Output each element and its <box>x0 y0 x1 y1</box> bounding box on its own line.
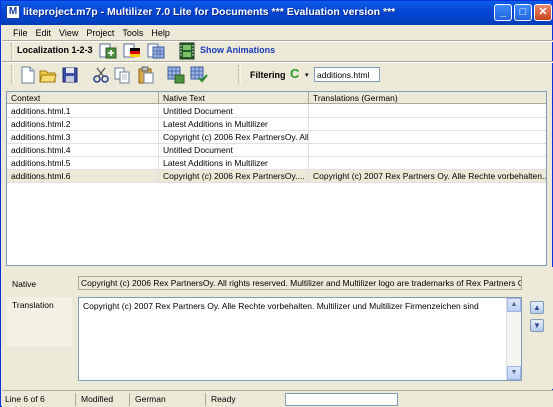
toolbar-grip[interactable] <box>11 65 14 83</box>
menu-bar: File Edit View Project Tools Help <box>9 26 174 40</box>
context-cell: additions.html.5 <box>7 157 159 170</box>
table-row[interactable]: additions.html.5 Latest Additions in Mul… <box>7 157 546 170</box>
vertical-scrollbar[interactable]: ▲ ▼ <box>506 298 521 380</box>
status-progress-field <box>285 393 398 406</box>
native-cell: Latest Additions in Multilizer <box>159 157 309 170</box>
editor-panel: Native Copyright (c) 2006 Rex PartnersOy… <box>2 267 553 389</box>
minimize-button[interactable]: _ <box>494 4 512 21</box>
app-window: M liteproject.m7p - Multilizer 7.0 Lite … <box>0 0 553 407</box>
native-label: Native <box>12 279 37 289</box>
menu-tools[interactable]: Tools <box>118 26 147 40</box>
table-row-selected[interactable]: additions.html.6 Copyright (c) 2006 Rex … <box>7 170 546 183</box>
table-header: Context Native Text Translations (German… <box>7 92 546 104</box>
context-cell: additions.html.2 <box>7 118 159 131</box>
strings-table: Context Native Text Translations (German… <box>6 91 547 266</box>
column-header-translation[interactable]: Translations (German) <box>309 92 546 104</box>
paste-clipboard-icon[interactable] <box>137 66 155 84</box>
next-string-button[interactable]: ▼ <box>530 319 544 332</box>
previous-string-button[interactable]: ▲ <box>530 301 544 314</box>
scroll-up-icon[interactable]: ▲ <box>507 298 521 312</box>
localization-label: Localization 1-2-3 <box>17 45 93 55</box>
menu-help[interactable]: Help <box>147 26 174 40</box>
chevron-down-icon[interactable]: ▾ <box>305 71 309 79</box>
table-row[interactable]: additions.html.4 Untitled Document <box>7 144 546 157</box>
translation-cell[interactable] <box>309 118 546 131</box>
film-strip-icon[interactable] <box>178 42 196 60</box>
filter-icon[interactable]: C <box>290 66 299 81</box>
column-header-native[interactable]: Native Text <box>159 92 309 104</box>
status-line: Line 6 of 6 <box>2 393 76 406</box>
translate-grid-icon[interactable] <box>147 42 165 60</box>
main-toolbar: Filtering C ▾ <box>9 63 553 87</box>
status-bar: Line 6 of 6 Modified German Ready <box>2 390 553 407</box>
native-cell: Copyright (c) 2006 Rex PartnersOy. All r… <box>159 131 309 144</box>
translation-cell[interactable]: Copyright (c) 2007 Rex Partners Oy. Alle… <box>309 170 546 183</box>
status-modified: Modified <box>78 393 130 406</box>
menu-project[interactable]: Project <box>82 26 118 40</box>
column-header-context[interactable]: Context <box>7 92 159 104</box>
import-wizard-icon[interactable] <box>99 42 117 60</box>
translation-text: Copyright (c) 2007 Rex Partners Oy. Alle… <box>83 301 479 311</box>
translation-cell[interactable] <box>309 144 546 157</box>
native-cell: Untitled Document <box>159 105 309 118</box>
context-cell: additions.html.1 <box>7 105 159 118</box>
native-cell: Latest Additions in Multilizer <box>159 118 309 131</box>
translation-label-panel: Translation <box>6 297 72 347</box>
translate-grid-icon[interactable] <box>167 66 185 84</box>
translation-label: Translation <box>12 300 54 310</box>
translation-cell[interactable] <box>309 131 546 144</box>
show-animations-link[interactable]: Show Animations <box>200 45 275 55</box>
menu-edit[interactable]: Edit <box>32 26 56 40</box>
translation-cell[interactable] <box>309 157 546 170</box>
status-language: German <box>132 393 206 406</box>
maximize-button[interactable]: □ <box>514 4 532 21</box>
translation-cell[interactable] <box>309 105 546 118</box>
save-disk-icon[interactable] <box>61 66 79 84</box>
validate-grid-icon[interactable] <box>190 66 208 84</box>
table-row[interactable]: additions.html.3 Copyright (c) 2006 Rex … <box>7 131 546 144</box>
native-cell: Untitled Document <box>159 144 309 157</box>
cut-scissors-icon[interactable] <box>92 66 110 84</box>
localization-toolbar: Localization 1-2-3 Show Animations <box>9 41 309 61</box>
table-row[interactable]: additions.html.2 Latest Additions in Mul… <box>7 118 546 131</box>
menu-file[interactable]: File <box>9 26 32 40</box>
open-folder-icon[interactable] <box>39 66 57 84</box>
toolbar-grip[interactable] <box>11 43 14 61</box>
native-text-field: Copyright (c) 2006 Rex PartnersOy. All r… <box>78 276 522 290</box>
window-title: liteproject.m7p - Multilizer 7.0 Lite fo… <box>23 6 396 18</box>
copy-icon[interactable] <box>113 66 131 84</box>
context-cell: additions.html.3 <box>7 131 159 144</box>
translation-textarea[interactable]: Copyright (c) 2007 Rex Partners Oy. Alle… <box>78 297 522 381</box>
title-bar[interactable]: M liteproject.m7p - Multilizer 7.0 Lite … <box>1 1 552 25</box>
close-button[interactable]: ✕ <box>534 4 552 21</box>
status-ready: Ready <box>211 394 236 404</box>
language-flags-icon[interactable] <box>123 42 141 60</box>
app-icon: M <box>6 5 20 19</box>
table-row[interactable]: additions.html.1 Untitled Document <box>7 105 546 118</box>
native-cell: Copyright (c) 2006 Rex PartnersOy.... <box>159 170 309 183</box>
scroll-down-icon[interactable]: ▼ <box>507 366 521 380</box>
context-cell: additions.html.6 <box>7 170 159 183</box>
toolbar-grip[interactable] <box>238 65 241 83</box>
menu-view[interactable]: View <box>55 26 82 40</box>
new-file-icon[interactable] <box>19 66 37 84</box>
context-cell: additions.html.4 <box>7 144 159 157</box>
filter-input[interactable] <box>314 67 380 82</box>
filtering-label: Filtering <box>250 70 286 80</box>
